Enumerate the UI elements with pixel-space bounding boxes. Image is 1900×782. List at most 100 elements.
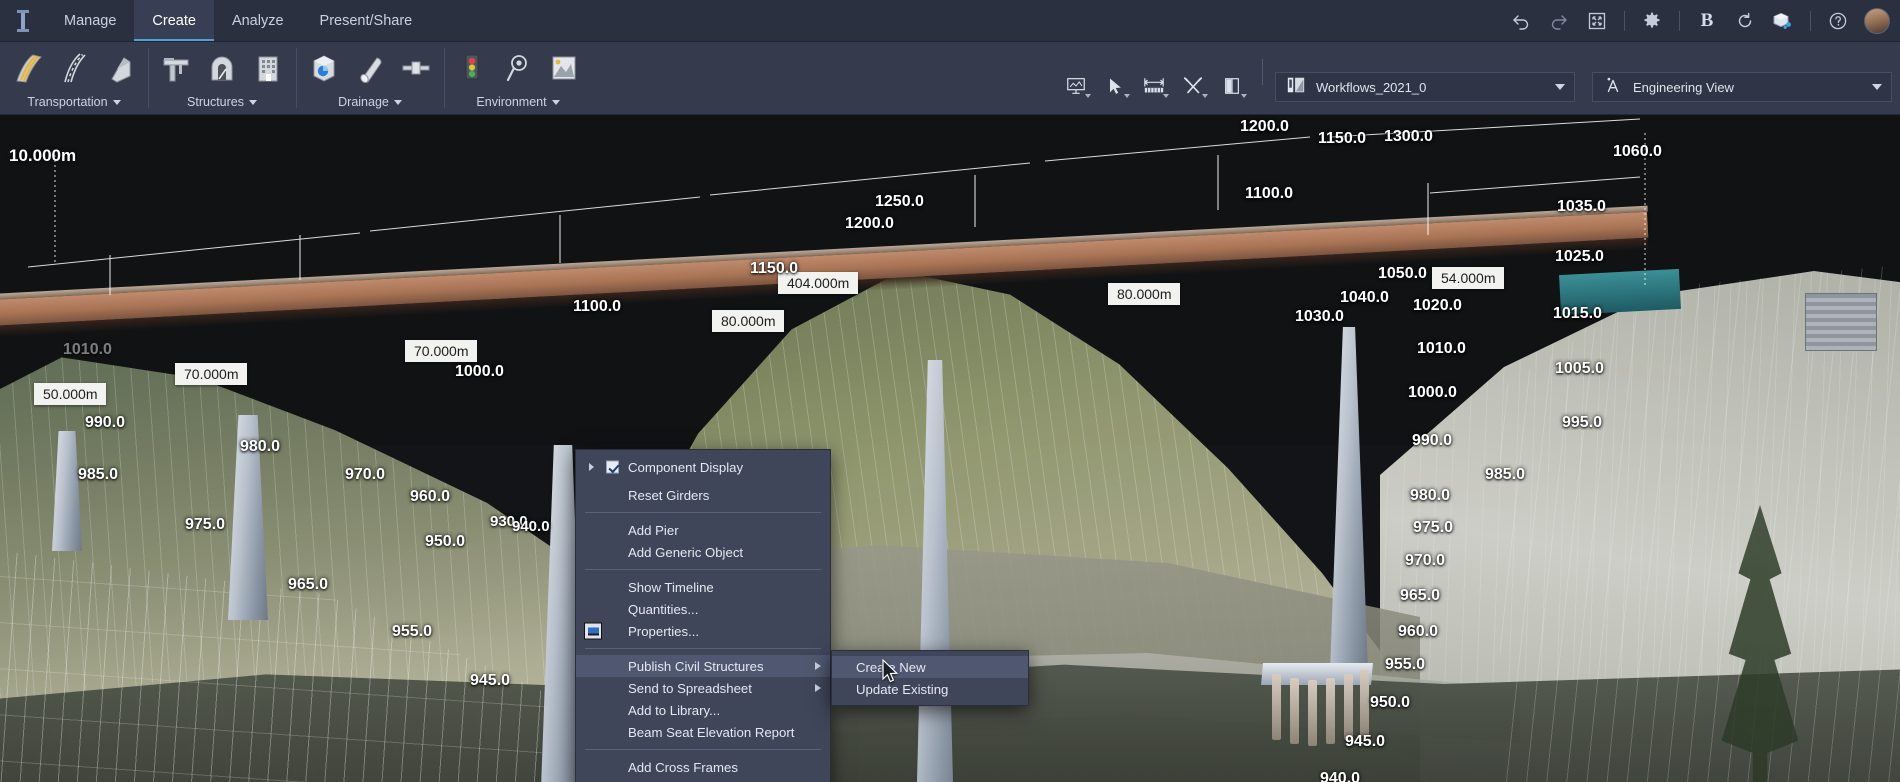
toolbar-divider xyxy=(1624,10,1625,31)
ribbon-group-drainage: Drainage xyxy=(296,42,444,114)
measure-distance-icon[interactable] xyxy=(1136,70,1172,102)
alignment-icon[interactable] xyxy=(52,46,96,90)
corridor-icon[interactable] xyxy=(6,46,50,90)
cube-share-icon[interactable] xyxy=(1765,0,1801,42)
context-submenu-publish-civil-structures[interactable]: Create New Update Existing xyxy=(831,650,1029,706)
elevation-label: 945.0 xyxy=(1345,733,1386,750)
workflow-icon xyxy=(1285,75,1307,100)
undo-icon[interactable] xyxy=(1503,0,1539,42)
ribbon-group-label-structures[interactable]: Structures xyxy=(154,92,290,112)
ribbon-group-label-transportation[interactable]: Transportation xyxy=(6,92,142,112)
menu-item-component-display[interactable]: Component Display xyxy=(576,456,830,478)
fit-view-icon[interactable] xyxy=(1579,0,1615,42)
submenu-item-update-existing[interactable]: Update Existing xyxy=(832,678,1028,700)
workflow-selector[interactable]: Workflows_2021_0 xyxy=(1275,72,1575,102)
elevation-label: 955.0 xyxy=(392,623,433,640)
chevron-down-icon[interactable] xyxy=(1085,94,1091,98)
avatar[interactable] xyxy=(1864,7,1890,34)
terrain-icon[interactable] xyxy=(98,46,142,90)
pipe-icon[interactable] xyxy=(348,46,392,90)
dimension-label: 70.000m xyxy=(175,363,248,385)
elevation-label: 975.0 xyxy=(185,516,226,533)
menu-tab-create[interactable]: Create xyxy=(134,0,214,41)
menu-item-add-cross-frames[interactable]: Add Cross Frames xyxy=(576,756,830,778)
chevron-right-icon xyxy=(815,662,821,670)
tunnel-icon[interactable] xyxy=(200,46,244,90)
app-logo-icon[interactable] xyxy=(0,0,46,41)
elevation-label: 965.0 xyxy=(288,576,329,593)
ribbon-group-label-environment[interactable]: Environment xyxy=(450,92,586,112)
bentley-b-icon[interactable]: B xyxy=(1689,0,1725,42)
elevation-label: 950.0 xyxy=(425,533,466,550)
sync-icon[interactable] xyxy=(1727,0,1763,42)
menu-separator xyxy=(585,749,821,750)
select-arrow-icon[interactable] xyxy=(1097,70,1133,102)
ribbon-label-text: Transportation xyxy=(27,95,108,109)
view-selector[interactable]: Engineering View xyxy=(1592,72,1892,102)
chevron-down-icon[interactable] xyxy=(393,99,402,105)
clip-volume-icon[interactable] xyxy=(1214,70,1250,102)
checkbox-checked-icon[interactable] xyxy=(606,460,619,474)
chevron-down-icon[interactable] xyxy=(1241,94,1247,98)
menu-item-label: Show Timeline xyxy=(628,579,714,595)
menu-item-beam-seat-elevation-report[interactable]: Beam Seat Elevation Report xyxy=(576,721,830,743)
landscape-icon[interactable] xyxy=(542,46,586,90)
menu-item-add-to-library[interactable]: Add to Library... xyxy=(576,699,830,721)
menu-item-quantities[interactable]: Quantities... xyxy=(576,598,830,620)
conduit-icon[interactable] xyxy=(394,46,438,90)
menu-item-add-pier[interactable]: Add Pier xyxy=(576,519,830,541)
toolbar-divider xyxy=(1679,10,1680,31)
chevron-down-icon[interactable] xyxy=(112,99,121,105)
elevation-label: 955.0 xyxy=(1385,656,1426,673)
elevation-label: 970.0 xyxy=(345,466,386,483)
tools-icon[interactable] xyxy=(1175,70,1211,102)
menu-tab-present-share[interactable]: Present/Share xyxy=(302,0,431,41)
dimension-label: 54.000m xyxy=(1432,267,1505,289)
chevron-right-icon xyxy=(815,684,821,692)
elevation-label: 1000.0 xyxy=(455,363,504,380)
elevation-label: 950.0 xyxy=(1370,694,1411,711)
chevron-down-icon[interactable] xyxy=(1202,94,1208,98)
building-icon[interactable] xyxy=(246,46,290,90)
redo-icon[interactable] xyxy=(1541,0,1577,42)
chevron-down-icon[interactable] xyxy=(551,99,560,105)
dimension-label: 80.000m xyxy=(1108,283,1181,305)
menu-item-publish-civil-structures[interactable]: Publish Civil Structures xyxy=(576,655,830,677)
dimension-label: 80.000m xyxy=(712,310,785,332)
help-icon[interactable] xyxy=(1820,0,1856,42)
menu-item-label: Publish Civil Structures xyxy=(628,658,764,674)
chevron-down-icon[interactable] xyxy=(1163,94,1169,98)
site-structure xyxy=(1805,293,1877,351)
chevron-right-icon[interactable] xyxy=(589,463,594,471)
chevron-down-icon[interactable] xyxy=(1872,84,1882,90)
menu-item-remove-all-cross-frames[interactable]: Remove All Cross Frames xyxy=(576,778,830,782)
menu-item-label: Component Display xyxy=(628,459,744,475)
context-menu[interactable]: Component Display Reset Girders Add Pier… xyxy=(575,449,831,782)
ribbon-label-text: Structures xyxy=(187,95,244,109)
dimension-label: 70.000m xyxy=(405,340,478,362)
menu-tab-analyze[interactable]: Analyze xyxy=(214,0,302,41)
traffic-signal-icon[interactable] xyxy=(450,46,494,90)
menu-item-properties[interactable]: Properties... xyxy=(576,620,830,642)
bridge-icon[interactable] xyxy=(154,46,198,90)
site-object-icon[interactable] xyxy=(496,46,540,90)
submenu-item-create-new[interactable]: Create New xyxy=(832,656,1028,678)
3d-viewport[interactable]: 10.000m 50.000m 70.000m 70.000m 80.000m … xyxy=(0,115,1900,782)
ribbon-group-label-drainage[interactable]: Drainage xyxy=(302,92,438,112)
settings-gear-icon[interactable] xyxy=(1634,0,1670,42)
elevation-label: 1200.0 xyxy=(1240,118,1289,135)
menu-item-show-timeline[interactable]: Show Timeline xyxy=(576,576,830,598)
menu-item-reset-girders[interactable]: Reset Girders xyxy=(576,484,830,506)
chevron-down-icon[interactable] xyxy=(248,99,257,105)
chevron-down-icon[interactable] xyxy=(1555,84,1565,90)
view-display-icon[interactable] xyxy=(1058,70,1094,102)
menu-item-send-to-spreadsheet[interactable]: Send to Spreadsheet xyxy=(576,677,830,699)
elevation-label: 1010.0 xyxy=(63,341,112,358)
elevation-label: 985.0 xyxy=(78,466,119,483)
chevron-down-icon[interactable] xyxy=(1124,94,1130,98)
drainage-node-icon[interactable] xyxy=(302,46,346,90)
elevation-label: 1150.0 xyxy=(750,260,799,277)
bentley-b-label: B xyxy=(1700,9,1714,31)
menu-tab-manage[interactable]: Manage xyxy=(46,0,134,41)
menu-item-add-generic-object[interactable]: Add Generic Object xyxy=(576,541,830,563)
